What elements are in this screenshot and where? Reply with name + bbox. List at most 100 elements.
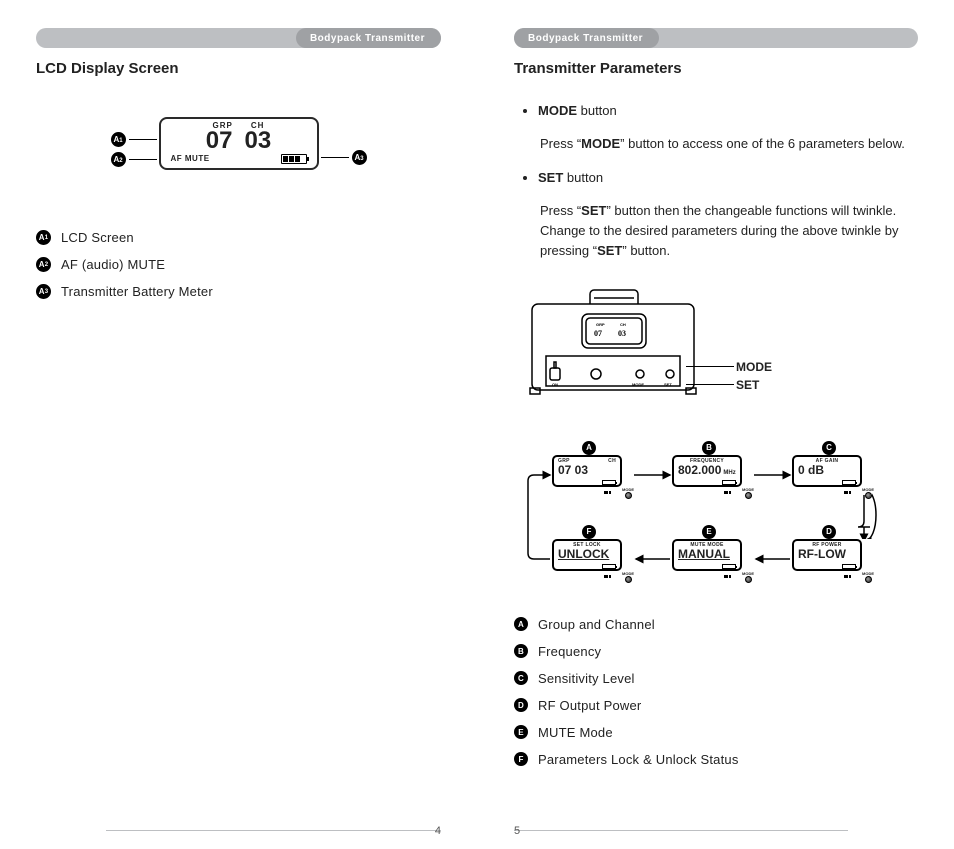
legend-text-a2: AF (audio) MUTE [61, 257, 165, 272]
flow-node-f: F SET LOCK UNLOCK MODE [552, 539, 632, 579]
battery-icon [722, 564, 736, 569]
legend-text-a1: LCD Screen [61, 230, 134, 245]
tx-mini-grpv: 07 [594, 329, 602, 338]
section-title-params: Transmitter Parameters [514, 60, 918, 77]
lcd-af-mute: AF MUTE [171, 154, 210, 163]
parameter-flow: A GRP CH 07 03 MODE B FREQUENCY [520, 441, 900, 601]
bullet-mode-suffix: button [577, 103, 617, 118]
tx-mini-mode: MODE [632, 382, 644, 387]
flow-badge-f: F [582, 525, 596, 539]
flow-d-value: RF-LOW [798, 548, 846, 560]
legend-text-a: Group and Channel [538, 617, 655, 632]
flow-badge-a: A [582, 441, 596, 455]
legend-text-a3: Transmitter Battery Meter [61, 284, 213, 299]
mode-knob-icon: MODE [622, 487, 634, 499]
legend-badge-a3: A3 [36, 284, 51, 299]
legend-item-a3: A3 Transmitter Battery Meter [36, 284, 441, 299]
header-text-left: Bodypack Transmitter [310, 33, 425, 44]
mode-para-b: MODE [581, 136, 620, 151]
flow-b-unit: MHz [723, 470, 735, 476]
mode-knob-icon: MODE [862, 571, 874, 583]
legend-badge-a: A [514, 617, 528, 631]
transmitter-side-labels: MODE SET [736, 358, 772, 394]
legend-item-f: F Parameters Lock & Unlock Status [514, 752, 918, 767]
legend-badge-f: F [514, 752, 528, 766]
legend-badge-a2: A2 [36, 257, 51, 272]
legend-left: A1 LCD Screen A2 AF (audio) MUTE A3 Tran… [36, 230, 441, 299]
flow-node-a: A GRP CH 07 03 MODE [552, 455, 632, 495]
legend-text-c: Sensitivity Level [538, 671, 635, 686]
set-para-a: Press “ [540, 203, 581, 218]
legend-text-b: Frequency [538, 644, 601, 659]
mode-knob-icon: MODE [742, 571, 754, 583]
legend-badge-e: E [514, 725, 528, 739]
page-number-5: 5 [514, 825, 520, 837]
flow-b-value: 802.000 [678, 464, 721, 476]
page: Bodypack Transmitter LCD Display Screen … [0, 0, 954, 849]
footer-rule-right [514, 830, 848, 831]
lcd-screen: GRP CH 07 03 AF MUTE [159, 117, 319, 170]
badge-a3: A3 [352, 150, 367, 165]
section-title-lcd: LCD Display Screen [36, 60, 441, 77]
legend-item-d: D RF Output Power [514, 698, 918, 713]
leader-a1 [129, 139, 157, 140]
battery-icon [722, 480, 736, 485]
lcd-illustration: A1 A2 A3 GRP CH 07 03 AF MUTE [129, 117, 349, 170]
flow-badge-b: B [702, 441, 716, 455]
label-mode: MODE [736, 358, 772, 376]
footer-rule-left [106, 830, 441, 831]
legend-item-e: E MUTE Mode [514, 725, 918, 740]
lcd-ch-value: 03 [245, 130, 272, 152]
legend-badge-b: B [514, 644, 528, 658]
legend-text-e: MUTE Mode [538, 725, 613, 740]
leader-a3 [321, 157, 349, 158]
mode-knob-icon: MODE [742, 487, 754, 499]
lcd-grp-value: 07 [206, 130, 233, 152]
legend-item-a1: A1 LCD Screen [36, 230, 441, 245]
flow-node-e: E MUTE MODE MANUAL MODE [672, 539, 752, 579]
header-bar-right: Bodypack Transmitter [514, 28, 918, 48]
parameter-bullets-2: SET button [514, 170, 918, 185]
flow-badge-d: D [822, 525, 836, 539]
battery-icon [602, 564, 616, 569]
flow-e-value: MANUAL [678, 548, 730, 560]
leader-set [686, 384, 734, 385]
bullet-set-label: SET [538, 170, 563, 185]
battery-icon [281, 154, 307, 164]
legend-badge-d: D [514, 698, 528, 712]
parameter-bullets: MODE button [514, 103, 918, 118]
flow-node-b: B FREQUENCY 802.000MHz MODE [672, 455, 752, 495]
legend-badge-a1: A1 [36, 230, 51, 245]
page-number-4: 4 [435, 825, 441, 837]
header-pill-right: Bodypack Transmitter [514, 28, 659, 48]
header-pill-left: Bodypack Transmitter [296, 28, 441, 48]
legend-text-f: Parameters Lock & Unlock Status [538, 752, 739, 767]
mode-para-c: ” button to access one of the 6 paramete… [620, 136, 905, 151]
label-set: SET [736, 376, 772, 394]
set-para-d: SET [597, 243, 622, 258]
tx-mini-set: SET [664, 382, 672, 387]
flow-a-value: 07 03 [558, 464, 588, 476]
mode-knob-icon: MODE [622, 571, 634, 583]
legend-item-a2: A2 AF (audio) MUTE [36, 257, 441, 272]
mode-paragraph: Press “MODE” button to access one of the… [540, 134, 918, 154]
tx-mini-chv: 03 [618, 329, 626, 338]
battery-icon [842, 480, 856, 485]
tx-mini-grp: GRP [596, 322, 605, 327]
legend-item-c: C Sensitivity Level [514, 671, 918, 686]
flow-badge-e: E [702, 525, 716, 539]
header-text-right: Bodypack Transmitter [528, 33, 643, 44]
set-para-e: ” button. [622, 243, 670, 258]
bullet-set: SET button [538, 170, 918, 185]
badge-a1: A1 [111, 132, 126, 147]
bullet-mode: MODE button [538, 103, 918, 118]
badge-a2: A2 [111, 152, 126, 167]
mode-para-a: Press “ [540, 136, 581, 151]
bullet-mode-label: MODE [538, 103, 577, 118]
leader-a2 [129, 159, 157, 160]
legend-badge-c: C [514, 671, 528, 685]
set-paragraph: Press “SET” button then the changeable f… [540, 201, 918, 261]
legend-text-d: RF Output Power [538, 698, 641, 713]
flow-f-value: UNLOCK [558, 548, 609, 560]
header-bar-left: Bodypack Transmitter [36, 28, 441, 48]
